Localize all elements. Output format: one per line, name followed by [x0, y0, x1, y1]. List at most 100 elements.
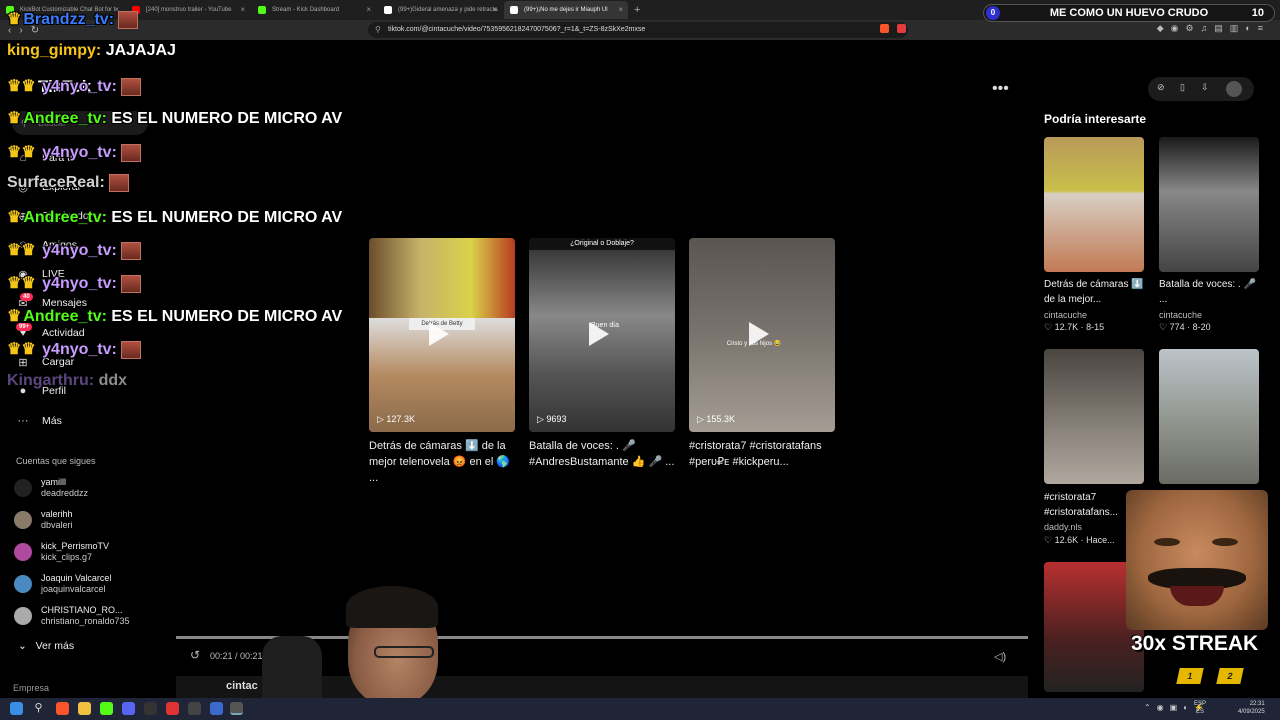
browser-tab[interactable]: [240] monstruo trailer - YouTube ×: [126, 1, 250, 19]
tiktok-favicon-icon: [384, 6, 392, 14]
recommended-author[interactable]: daddy.nls: [1044, 522, 1082, 532]
nav-item-mas[interactable]: ··· Más: [16, 413, 62, 429]
search-icon[interactable]: ⚲: [32, 702, 45, 715]
emote-eye: [1154, 538, 1180, 546]
author-name[interactable]: cintac: [226, 680, 258, 692]
recommended-title[interactable]: Detrás de cámaras ⬇️ de la mejor...: [1044, 277, 1148, 307]
reaction-emote: [1126, 490, 1268, 630]
chat-message: ♛ Brandzz_tv:: [7, 9, 139, 29]
chat-emote: [118, 10, 139, 29]
user-avatar[interactable]: [1226, 81, 1242, 97]
video-caption[interactable]: Batalla de voces: . 🎤 #AndresBustamante …: [529, 438, 681, 470]
recommended-thumbnail[interactable]: [1044, 349, 1144, 484]
crown-badge-icon: ♛: [7, 308, 22, 325]
view-count: ▷ 155.3K: [697, 414, 735, 424]
tiktok-favicon-icon: [510, 6, 518, 14]
crown-badge-icon: ♛♛: [7, 275, 36, 292]
chat-message: Kingarthru: ddx: [7, 372, 128, 389]
avatar: [14, 511, 32, 529]
streak-cards: 1 2: [1170, 666, 1266, 688]
app-icon[interactable]: [188, 702, 201, 715]
recommended-author[interactable]: cintacuche: [1044, 310, 1087, 320]
rewards-icon[interactable]: [897, 24, 906, 33]
recommended-author[interactable]: cintacuche: [1159, 310, 1202, 320]
see-more-button[interactable]: ⌄ Ver más: [18, 640, 74, 652]
following-account[interactable]: Joaquin Valcarcel joaquinvalcarcel: [14, 571, 111, 597]
close-tab-icon[interactable]: ×: [366, 1, 371, 19]
device-icon[interactable]: ▯: [1180, 82, 1185, 93]
recommended-stats: ♡ 774 · 8-20: [1159, 322, 1211, 332]
app-icon[interactable]: [100, 702, 113, 715]
following-account[interactable]: kick_PerrismoTV kick_clips.g7: [14, 539, 109, 565]
stream-goal-bar: 0 ME COMO UN HUEVO CRUDO 10: [983, 4, 1275, 22]
start-icon[interactable]: [10, 702, 23, 715]
chat-message: king_gimpy: JAJAJAJ: [7, 42, 176, 59]
volume-icon[interactable]: ◁): [994, 650, 1006, 663]
close-tab-icon[interactable]: ×: [240, 1, 245, 19]
video-tools: ⊘ ▯ ⇩: [1148, 77, 1254, 101]
crown-badge-icon: ♛♛: [7, 78, 36, 95]
avatar: [14, 543, 32, 561]
emote-mouth: [1170, 586, 1224, 606]
more-options-icon[interactable]: •••: [992, 80, 1009, 98]
autoscroll-icon[interactable]: ⊘: [1157, 82, 1165, 93]
system-clock[interactable]: 22:31 4/09/2025: [1238, 700, 1265, 716]
company-link[interactable]: Empresa: [13, 683, 49, 693]
view-count: ▷ 127.3K: [377, 414, 415, 424]
app-icon[interactable]: [166, 702, 179, 715]
following-account[interactable]: yamilll deadreddzz: [14, 475, 88, 501]
download-icon[interactable]: ⇩: [1201, 82, 1209, 93]
language-indicator[interactable]: ESP ES: [1194, 700, 1206, 716]
crown-badge-icon: ♛: [7, 11, 22, 28]
browser-tab-active[interactable]: (99+)¡No me dejes ir Miauph Ul ×: [504, 1, 628, 19]
video-caption[interactable]: #cristorata7 #cristoratafans #perυ₽ᴇ #ki…: [689, 438, 841, 470]
crown-badge-icon: ♛: [7, 110, 22, 127]
browser-tab[interactable]: Stream - Kick Dashboard ×: [252, 1, 376, 19]
emote-eye: [1212, 538, 1238, 546]
close-tab-icon[interactable]: ×: [492, 1, 497, 19]
streamer-webcam: [262, 586, 452, 700]
new-tab-button[interactable]: +: [634, 4, 640, 16]
goal-title: ME COMO UN HUEVO CRUDO: [1049, 7, 1209, 19]
avatar: [14, 607, 32, 625]
video-card[interactable]: Detrás de Betty ▷ 127.3K: [369, 238, 515, 432]
following-section-header: Cuentas que sigues: [16, 456, 96, 466]
kick-favicon-icon: [258, 6, 266, 14]
close-tab-icon[interactable]: ×: [618, 1, 623, 19]
app-icon-active[interactable]: [230, 702, 243, 715]
webcam-hair: [346, 586, 438, 628]
recommended-title[interactable]: Batalla de voces: . 🎤 ...: [1159, 277, 1263, 307]
recommended-stats: ♡ 12.6K · Hace...: [1044, 535, 1115, 545]
crown-badge-icon: ♛: [7, 209, 22, 226]
site-info-icon[interactable]: ⚲: [375, 22, 381, 38]
following-account[interactable]: valerihh dbvaleri: [14, 507, 73, 533]
browser-toolbar: ‹ › ↻ ▯ ⚲tiktok.com/@cintacuche/video/75…: [0, 20, 1280, 40]
video-card[interactable]: ¿Original o Doblaje? Buen día ▷ 9693: [529, 238, 675, 432]
chat-emote: [121, 241, 142, 260]
replay-icon[interactable]: ↺: [190, 648, 200, 662]
address-bar[interactable]: ⚲ tiktok.com/@cintacuche/video/7535956218…: [368, 22, 908, 38]
video-card[interactable]: Cristo y sus hijos 😂 ▷ 155.3K: [689, 238, 835, 432]
browser-tab[interactable]: (99+)Gideral amenaza y pide retracta ×: [378, 1, 502, 19]
chat-message: ♛ Andree_tv: ES EL NUMERO DE MICRO AV: [7, 110, 343, 127]
play-icon: [749, 322, 769, 346]
chat-message: ♛♛ y4nyo_tv:: [7, 273, 142, 293]
following-account[interactable]: CHRISTIANO_RO... christiano_ronaldo735: [14, 603, 130, 629]
timecode: 00:21 / 00:21: [210, 651, 263, 661]
crown-badge-icon: ♛♛: [7, 144, 36, 161]
file-explorer-icon[interactable]: [78, 702, 91, 715]
recommended-thumbnail[interactable]: [1044, 137, 1144, 272]
terminal-icon[interactable]: [144, 702, 157, 715]
recommended-thumbnail[interactable]: [1159, 349, 1259, 484]
discord-icon[interactable]: [122, 702, 135, 715]
streak-label: 30x STREAK: [1131, 632, 1259, 655]
recommended-thumbnail[interactable]: [1159, 137, 1259, 272]
browser-extension-icons[interactable]: ◆◉⚙♫▤▥◐≡: [1157, 23, 1270, 34]
video-caption[interactable]: Detrás de cámaras ⬇️ de la mejor telenov…: [369, 438, 521, 486]
chat-message: ♛♛ y4nyo_tv:: [7, 339, 142, 359]
brave-app-icon[interactable]: [56, 702, 69, 715]
chat-message: SurfaceReal:: [7, 174, 130, 192]
app-icon[interactable]: [210, 702, 223, 715]
brave-shield-icon[interactable]: [880, 24, 889, 33]
messages-badge: 40: [20, 293, 33, 301]
